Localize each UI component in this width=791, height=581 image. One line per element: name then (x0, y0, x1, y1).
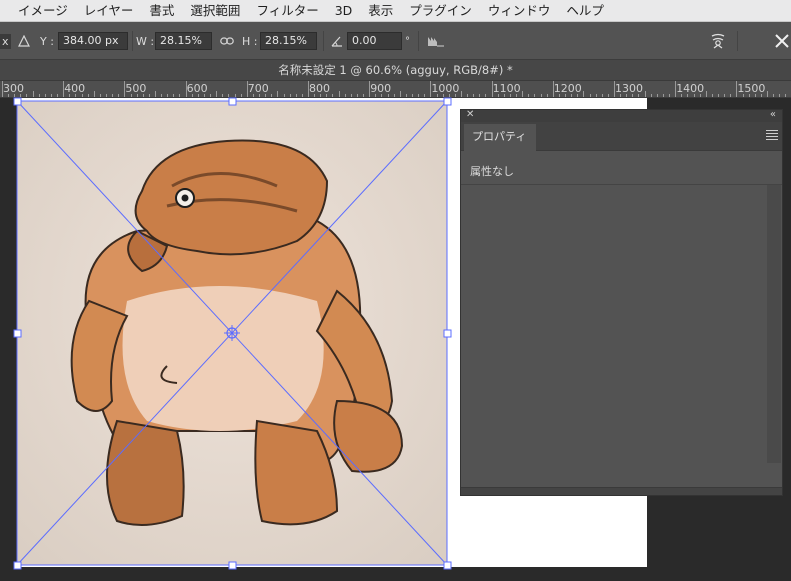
tab-properties[interactable]: プロパティ (464, 124, 536, 151)
transform-handle-top[interactable] (228, 97, 237, 106)
panel-tab-row: プロパティ (461, 122, 782, 151)
transform-handle-bottom-right[interactable] (443, 561, 452, 570)
transform-handle-top-right[interactable] (443, 97, 452, 106)
no-attributes-text: 属性なし (470, 165, 514, 178)
panel-scrollbar[interactable] (767, 185, 781, 463)
photoshop-window: イメージ レイヤー 書式 選択範囲 フィルター 3D 表示 プラグイン ウィンド… (0, 0, 791, 581)
transform-handle-bottom-left[interactable] (13, 561, 22, 570)
panel-header[interactable]: ✕ « (461, 108, 782, 122)
close-icon[interactable]: ✕ (466, 108, 474, 122)
divider (461, 184, 782, 185)
transform-handle-right[interactable] (443, 329, 452, 338)
collapse-icon[interactable]: « (770, 108, 776, 122)
properties-panel: ✕ « プロパティ 属性なし (460, 109, 783, 496)
transform-handle-top-left[interactable] (13, 97, 22, 106)
transform-handle-bottom[interactable] (228, 561, 237, 570)
panel-resize-bar[interactable] (461, 487, 782, 495)
transform-handle-left[interactable] (13, 329, 22, 338)
panel-menu-icon[interactable] (766, 128, 778, 142)
